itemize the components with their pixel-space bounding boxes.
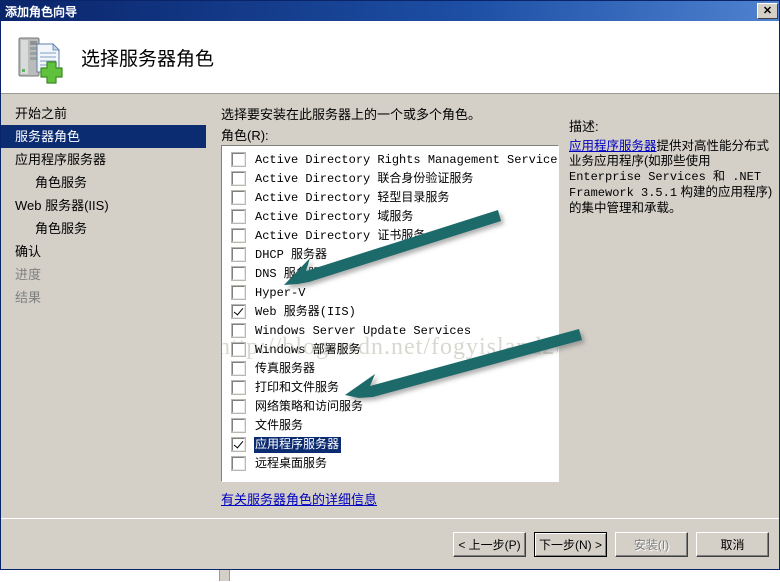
- next-button[interactable]: 下一步(N) >: [534, 532, 607, 557]
- role-checkbox[interactable]: [231, 209, 246, 224]
- role-checkbox[interactable]: [231, 152, 246, 167]
- role-checkbox[interactable]: [231, 304, 246, 319]
- role-list-item[interactable]: Active Directory 轻型目录服务: [226, 188, 558, 207]
- add-roles-wizard-window: 添加角色向导 ✕ 选择服务器角色 开始之前 服务器角色 应用程序服务器 角色服务…: [0, 0, 780, 570]
- role-label: Active Directory 轻型目录服务: [255, 190, 450, 205]
- role-checkbox[interactable]: [231, 399, 246, 414]
- role-list-item[interactable]: 远程桌面服务: [226, 454, 558, 473]
- role-label: 应用程序服务器: [254, 436, 342, 453]
- role-label: 传真服务器: [255, 361, 316, 376]
- role-label: 网络策略和访问服务: [255, 399, 364, 414]
- install-button: 安装(I): [615, 532, 688, 557]
- role-label: Active Directory 证书服务: [255, 228, 426, 243]
- description-role-link[interactable]: 应用程序服务器: [569, 139, 657, 153]
- role-checkbox[interactable]: [231, 285, 246, 300]
- window-titlebar: 添加角色向导 ✕: [1, 1, 779, 21]
- sidebar-item-confirmation[interactable]: 确认: [1, 240, 206, 263]
- role-list-item[interactable]: Windows Server Update Services: [226, 321, 558, 340]
- role-list-item[interactable]: 网络策略和访问服务: [226, 397, 558, 416]
- role-label: DHCP 服务器: [255, 247, 328, 262]
- role-checkbox[interactable]: [231, 323, 246, 338]
- sidebar-item-server-roles[interactable]: 服务器角色: [1, 125, 206, 148]
- role-label: 文件服务: [255, 418, 304, 433]
- roles-rows-container: Active Directory Rights Management Servi…: [226, 150, 558, 473]
- role-label: 远程桌面服务: [255, 456, 328, 471]
- role-label: DNS 服务器: [255, 266, 320, 281]
- role-label: Web 服务器(IIS): [255, 304, 356, 319]
- window-title: 添加角色向导: [5, 4, 78, 19]
- role-list-item[interactable]: 传真服务器: [226, 359, 558, 378]
- role-checkbox[interactable]: [231, 190, 246, 205]
- taskbar-tick: [219, 570, 230, 581]
- role-checkbox[interactable]: [231, 266, 246, 281]
- intro-text: 选择要安装在此服务器上的一个或多个角色。: [221, 107, 482, 122]
- role-label: 打印和文件服务: [255, 380, 340, 395]
- sidebar-item-results: 结果: [15, 290, 42, 305]
- roles-label: 角色(R):: [221, 128, 269, 143]
- sidebar-item-web-server-iis[interactable]: Web 服务器(IIS): [1, 194, 206, 217]
- role-list-item[interactable]: Active Directory 证书服务: [226, 226, 558, 245]
- role-list-item[interactable]: 打印和文件服务: [226, 378, 558, 397]
- role-list-item[interactable]: DNS 服务器: [226, 264, 558, 283]
- role-label: Windows 部署服务: [255, 342, 361, 357]
- description-panel: 描述: 应用程序服务器提供对高性能分布式业务应用程序(如那些使用 Enterpr…: [569, 116, 774, 216]
- role-list-item[interactable]: DHCP 服务器: [226, 245, 558, 264]
- role-checkbox[interactable]: [231, 380, 246, 395]
- role-checkbox[interactable]: [231, 171, 246, 186]
- cancel-button[interactable]: 取消: [696, 532, 769, 557]
- roles-listbox[interactable]: http://blog.csdn.net/fogyisland2000 Acti…: [221, 145, 559, 482]
- server-add-icon: [11, 28, 69, 86]
- wizard-content: 选择要安装在此服务器上的一个或多个角色。 角色(R): http://blog.…: [207, 94, 779, 518]
- wizard-header: 选择服务器角色: [1, 21, 779, 94]
- sidebar-item-before-you-begin[interactable]: 开始之前: [1, 102, 206, 125]
- role-label: Active Directory Rights Management Servi…: [255, 152, 559, 167]
- role-list-item[interactable]: 文件服务: [226, 416, 558, 435]
- role-checkbox[interactable]: [231, 437, 246, 452]
- wizard-sidebar: 开始之前 服务器角色 应用程序服务器 角色服务 Web 服务器(IIS) 角色服…: [1, 94, 206, 518]
- sidebar-item-progress: 进度: [15, 267, 42, 282]
- close-icon: ✕: [762, 4, 773, 17]
- role-list-item[interactable]: Hyper-V: [226, 283, 558, 302]
- role-checkbox[interactable]: [231, 418, 246, 433]
- role-list-item[interactable]: Active Directory Rights Management Servi…: [226, 150, 558, 169]
- sidebar-item-role-services-iis[interactable]: 角色服务: [1, 217, 206, 240]
- sidebar-item-role-services-app[interactable]: 角色服务: [1, 171, 206, 194]
- role-list-item[interactable]: Active Directory 联合身份验证服务: [226, 169, 558, 188]
- role-label: Active Directory 域服务: [255, 209, 414, 224]
- role-checkbox[interactable]: [231, 342, 246, 357]
- role-list-item[interactable]: Web 服务器(IIS): [226, 302, 558, 321]
- role-checkbox[interactable]: [231, 361, 246, 376]
- role-checkbox[interactable]: [231, 247, 246, 262]
- role-label: Active Directory 联合身份验证服务: [255, 171, 474, 186]
- footer-button-group: < 上一步(P) 下一步(N) > 安装(I) 取消: [453, 532, 769, 557]
- wizard-footer: < 上一步(P) 下一步(N) > 安装(I) 取消: [1, 518, 779, 569]
- desktop-strip: [0, 570, 780, 582]
- role-label: Hyper-V: [255, 285, 306, 300]
- description-body: 应用程序服务器提供对高性能分布式业务应用程序(如那些使用 Enterprise …: [569, 139, 774, 216]
- role-checkbox[interactable]: [231, 228, 246, 243]
- sidebar-item-application-server[interactable]: 应用程序服务器: [1, 148, 206, 171]
- close-button[interactable]: ✕: [757, 3, 778, 19]
- role-list-item[interactable]: Active Directory 域服务: [226, 207, 558, 226]
- roles-details-link[interactable]: 有关服务器角色的详细信息: [221, 489, 377, 508]
- page-title: 选择服务器角色: [81, 48, 215, 70]
- description-title: 描述:: [569, 119, 599, 134]
- role-list-item[interactable]: Windows 部署服务: [226, 340, 558, 359]
- role-list-item[interactable]: 应用程序服务器: [226, 435, 558, 454]
- previous-button[interactable]: < 上一步(P): [453, 532, 526, 557]
- role-checkbox[interactable]: [231, 456, 246, 471]
- role-label: Windows Server Update Services: [255, 323, 472, 338]
